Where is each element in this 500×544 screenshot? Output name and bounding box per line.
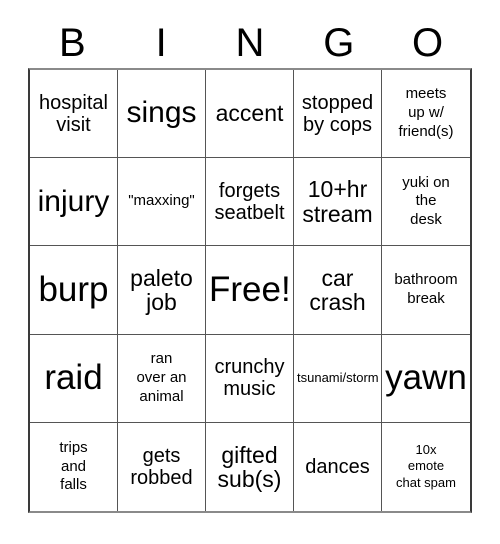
bingo-cell-label: dances: [305, 455, 370, 478]
bingo-cell-label: 10x emote chat spam: [396, 441, 456, 491]
bingo-cell-g2[interactable]: 10+hr stream: [294, 158, 382, 247]
header-letter-b: B: [59, 21, 86, 65]
bingo-cell-n4[interactable]: crunchy music: [206, 334, 294, 423]
bingo-cell-o2[interactable]: yuki on the desk: [382, 158, 470, 247]
bingo-cell-o5[interactable]: 10x emote chat spam: [382, 422, 470, 511]
bingo-cell-label: bathroom break: [394, 271, 458, 307]
bingo-grid: hospital visit sings accent stopped by c…: [28, 68, 472, 513]
bingo-cell-o3[interactable]: bathroom break: [382, 246, 470, 335]
bingo-cell-g4[interactable]: tsunami/storm: [294, 334, 382, 423]
bingo-cell-b3[interactable]: burp: [30, 246, 118, 335]
bingo-cell-label: raid: [44, 358, 103, 398]
bingo-cell-label: car crash: [309, 264, 366, 315]
bingo-cell-label: yuki on the desk: [402, 173, 450, 229]
bingo-cell-label: trips and falls: [59, 438, 88, 494]
bingo-cell-g1[interactable]: stopped by cops: [294, 70, 382, 159]
bingo-cell-o1[interactable]: meets up w/ friend(s): [382, 70, 470, 159]
header-letter-o: O: [412, 21, 444, 65]
bingo-cell-i1[interactable]: sings: [118, 70, 206, 159]
bingo-cell-i4[interactable]: ran over an animal: [118, 334, 206, 423]
bingo-header: B I N G O: [28, 18, 472, 68]
bingo-cell-label: burp: [38, 270, 109, 310]
bingo-cell-n1[interactable]: accent: [206, 70, 294, 159]
bingo-cell-b2[interactable]: injury: [30, 158, 118, 247]
bingo-card: B I N G O hospital visit sings accent st…: [0, 0, 500, 544]
bingo-cell-label: meets up w/ friend(s): [398, 85, 454, 140]
bingo-cell-g3[interactable]: car crash: [294, 246, 382, 335]
bingo-cell-label: Free!: [209, 270, 291, 310]
bingo-cell-label: stopped by cops: [301, 91, 374, 136]
header-letter-i: I: [155, 21, 167, 65]
bingo-cell-label: forgets seatbelt: [214, 179, 285, 224]
bingo-cell-b4[interactable]: raid: [30, 334, 118, 423]
bingo-cell-free-space[interactable]: Free!: [206, 246, 294, 335]
bingo-cell-label: hospital visit: [39, 91, 108, 136]
bingo-cell-label: accent: [215, 100, 284, 127]
bingo-cell-b1[interactable]: hospital visit: [30, 70, 118, 159]
bingo-cell-o4[interactable]: yawn: [382, 334, 470, 423]
header-letter-n: N: [235, 21, 265, 65]
bingo-cell-i5[interactable]: gets robbed: [118, 422, 206, 511]
bingo-cell-label: crunchy music: [214, 356, 285, 401]
bingo-cell-g5[interactable]: dances: [294, 422, 382, 511]
bingo-cell-label: injury: [37, 184, 110, 218]
bingo-cell-n5[interactable]: gifted sub(s): [206, 422, 294, 511]
bingo-cell-label: ran over an animal: [136, 350, 187, 405]
bingo-cell-label: paleto job: [130, 264, 193, 315]
bingo-cell-i3[interactable]: paleto job: [118, 246, 206, 335]
bingo-cell-i2[interactable]: "maxxing": [118, 158, 206, 247]
bingo-cell-b5[interactable]: trips and falls: [30, 422, 118, 511]
bingo-cell-label: sings: [126, 96, 197, 130]
bingo-cell-label: gifted sub(s): [217, 441, 282, 492]
bingo-cell-label: yawn: [385, 358, 467, 398]
bingo-cell-label: "maxxing": [128, 192, 195, 210]
bingo-cell-label: gets robbed: [130, 444, 193, 489]
bingo-cell-label: 10+hr stream: [302, 176, 373, 227]
bingo-cell-label: tsunami/storm: [297, 369, 379, 385]
header-letter-g: G: [323, 21, 355, 65]
bingo-cell-n2[interactable]: forgets seatbelt: [206, 158, 294, 247]
